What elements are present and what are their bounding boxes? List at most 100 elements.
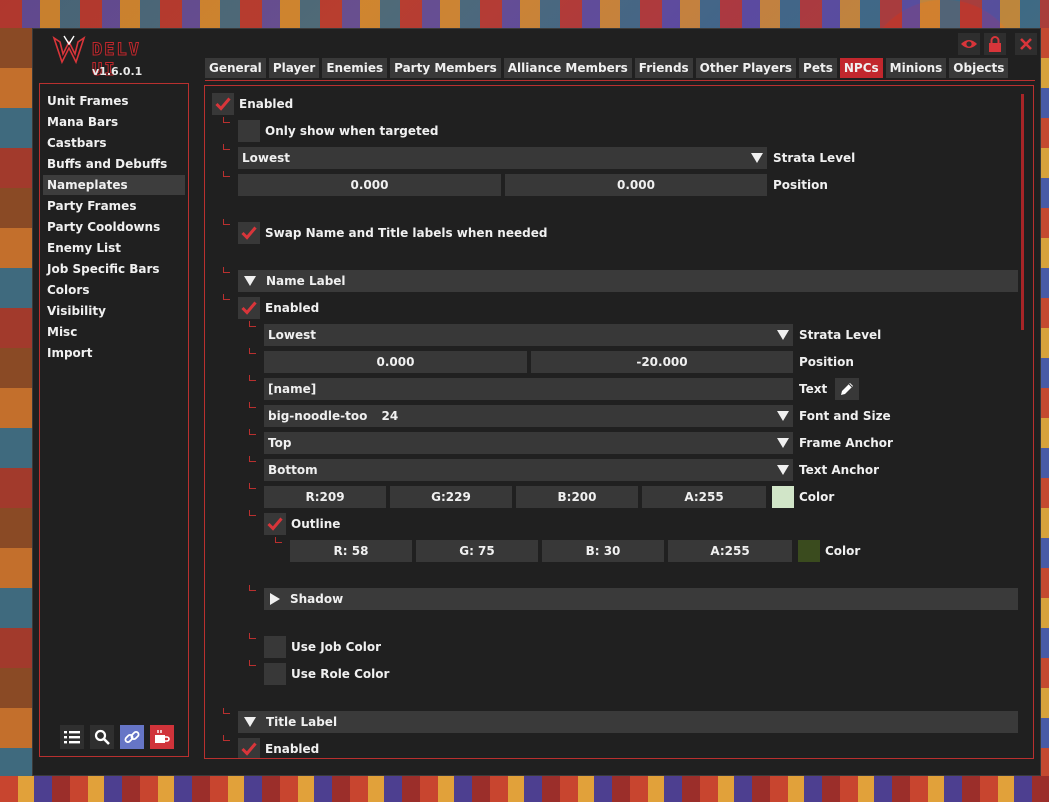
enabled-label: Enabled — [239, 97, 294, 111]
version-label: v1.6.0.1 — [92, 65, 143, 78]
tab-enemies[interactable]: Enemies — [322, 58, 388, 78]
text-anchor-value: Bottom — [268, 463, 318, 477]
name-position-y-input[interactable]: -20.000 — [531, 351, 793, 373]
name-strata-row: Lowest Strata Level — [264, 324, 881, 346]
job-color-row: Use Job Color — [264, 636, 381, 658]
sidebar-item-colors[interactable]: Colors — [43, 280, 185, 300]
shadow-title: Shadow — [290, 592, 344, 606]
sidebar-item-unit-frames[interactable]: Unit Frames — [43, 91, 185, 111]
discord-link-button[interactable] — [120, 725, 144, 749]
close-button[interactable] — [1015, 33, 1037, 55]
tab-general[interactable]: General — [205, 58, 266, 78]
name-label-header[interactable]: Name Label — [238, 270, 1018, 292]
position-x-input[interactable]: 0.000 — [238, 174, 501, 196]
color-b-input[interactable]: B:200 — [516, 486, 638, 508]
color-g-input[interactable]: G:229 — [390, 486, 512, 508]
pencil-icon — [841, 383, 854, 395]
lock-button[interactable] — [984, 33, 1006, 55]
changelog-button[interactable] — [60, 725, 84, 749]
expand-icon — [270, 593, 280, 605]
sidebar-item-job-specific-bars[interactable]: Job Specific Bars — [43, 259, 185, 279]
tab-player[interactable]: Player — [268, 58, 320, 78]
enabled-row: Enabled — [212, 93, 293, 115]
name-enabled-label: Enabled — [265, 301, 320, 315]
text-anchor-dropdown[interactable]: Bottom — [264, 459, 793, 481]
tab-friends[interactable]: Friends — [634, 58, 693, 78]
frame-anchor-dropdown[interactable]: Top — [264, 432, 793, 454]
tree-connector — [223, 219, 230, 225]
name-text-label: Text — [799, 382, 828, 396]
toggle-preview-button[interactable] — [958, 33, 980, 55]
caret-down-icon — [777, 438, 789, 448]
job-color-checkbox[interactable] — [264, 636, 286, 658]
only-targeted-checkbox[interactable] — [238, 120, 260, 142]
name-text-input[interactable]: [name] — [264, 378, 793, 400]
link-icon — [124, 731, 140, 743]
outline-b-input[interactable]: B: 30 — [542, 540, 664, 562]
color-a-input[interactable]: A:255 — [642, 486, 766, 508]
name-position-x-input[interactable]: 0.000 — [264, 351, 527, 373]
enabled-checkbox[interactable] — [212, 93, 234, 115]
sidebar-item-visibility[interactable]: Visibility — [43, 301, 185, 321]
tab-objects[interactable]: Objects — [949, 58, 1009, 78]
name-position-label: Position — [799, 355, 854, 369]
sidebar-toolbar — [60, 725, 174, 749]
swap-labels-row: Swap Name and Title labels when needed — [238, 222, 547, 244]
sidebar-item-party-cooldowns[interactable]: Party Cooldowns — [43, 217, 185, 237]
text-anchor-row: Bottom Text Anchor — [264, 459, 879, 481]
outline-r-input[interactable]: R: 58 — [290, 540, 412, 562]
tree-connector — [249, 483, 256, 489]
tree-connector — [249, 375, 256, 381]
outline-color-swatch[interactable] — [798, 540, 820, 562]
swap-labels-checkbox[interactable] — [238, 222, 260, 244]
strata-value: Lowest — [242, 151, 290, 165]
color-r-input[interactable]: R:209 — [264, 486, 386, 508]
eye-icon — [961, 40, 977, 48]
strata-dropdown[interactable]: Lowest — [238, 147, 767, 169]
title-enabled-checkbox[interactable] — [238, 738, 260, 758]
only-targeted-label: Only show when targeted — [265, 124, 439, 138]
color-swatch[interactable] — [772, 486, 794, 508]
sidebar-item-misc[interactable]: Misc — [43, 322, 185, 342]
sidebar-item-import[interactable]: Import — [43, 343, 185, 363]
sidebar-item-castbars[interactable]: Castbars — [43, 133, 185, 153]
settings-window: DELV UI v1.6.0.1 General Player Enemies … — [32, 28, 1041, 776]
strata-row: Lowest Strata Level — [238, 147, 855, 169]
font-size-value: 24 — [381, 409, 399, 423]
sidebar-item-buffs-and-debuffs[interactable]: Buffs and Debuffs — [43, 154, 185, 174]
scrollbar[interactable] — [1021, 94, 1024, 330]
kofi-button[interactable] — [150, 725, 174, 749]
name-enabled-checkbox[interactable] — [238, 297, 260, 319]
tab-minions[interactable]: Minions — [885, 58, 947, 78]
tree-connector — [223, 144, 230, 150]
outline-row: Outline — [264, 513, 340, 535]
edit-text-button[interactable] — [835, 378, 860, 400]
outline-checkbox[interactable] — [264, 513, 286, 535]
background-right — [1041, 28, 1049, 776]
name-strata-label: Strata Level — [799, 328, 882, 342]
tab-alliance-members[interactable]: Alliance Members — [503, 58, 632, 78]
caret-down-icon — [777, 330, 789, 340]
name-strata-dropdown[interactable]: Lowest — [264, 324, 793, 346]
background-left — [0, 28, 32, 776]
title-label-header[interactable]: Title Label — [238, 711, 1018, 733]
name-font-dropdown[interactable]: big-noodle-too 24 — [264, 405, 793, 427]
sidebar-item-mana-bars[interactable]: Mana Bars — [43, 112, 185, 132]
shadow-header[interactable]: Shadow — [264, 588, 1018, 610]
search-button[interactable] — [90, 725, 114, 749]
tree-connector — [223, 735, 230, 741]
tab-pets[interactable]: Pets — [799, 58, 837, 78]
tab-other-players[interactable]: Other Players — [695, 58, 797, 78]
caret-down-icon — [751, 153, 763, 163]
role-color-checkbox[interactable] — [264, 663, 286, 685]
tab-npcs[interactable]: NPCs — [839, 58, 883, 78]
sidebar-item-party-frames[interactable]: Party Frames — [43, 196, 185, 216]
position-y-input[interactable]: 0.000 — [505, 174, 767, 196]
outline-g-input[interactable]: G: 75 — [416, 540, 538, 562]
frame-anchor-value: Top — [268, 436, 292, 450]
sidebar-item-nameplates[interactable]: Nameplates — [43, 175, 185, 195]
tab-party-members[interactable]: Party Members — [390, 58, 501, 78]
outline-a-input[interactable]: A:255 — [668, 540, 792, 562]
tree-connector — [249, 660, 256, 666]
sidebar-item-enemy-list[interactable]: Enemy List — [43, 238, 185, 258]
